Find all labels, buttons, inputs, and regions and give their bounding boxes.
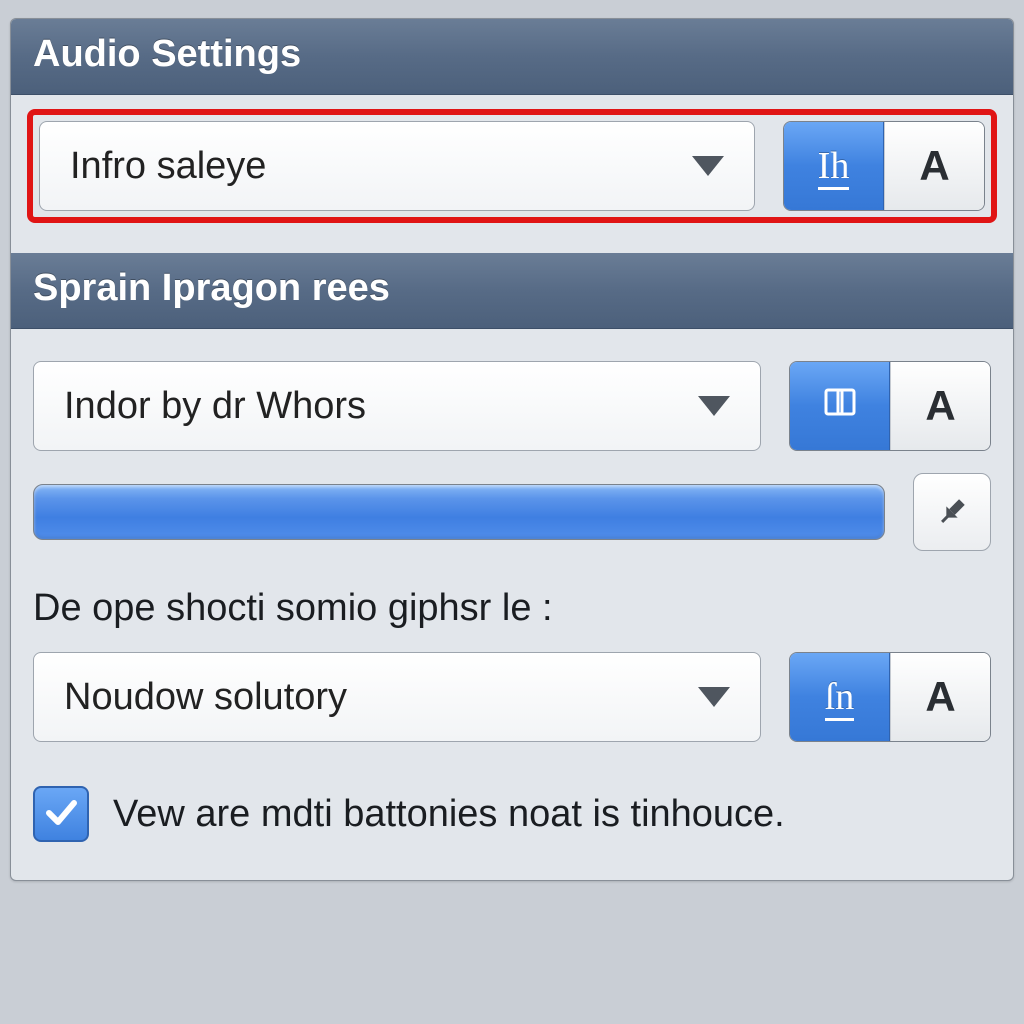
panel-icon (820, 382, 860, 431)
audio-mode-option-2[interactable]: A (884, 122, 984, 210)
input-mode-segmented: A (789, 361, 991, 451)
audio-mode-option-1[interactable]: Ih (784, 122, 884, 210)
segmented-label-a: A (925, 673, 955, 721)
output-device-dropdown[interactable]: Noudow solutory (33, 652, 761, 742)
input-device-row: Indor by dr Whors A (33, 361, 991, 451)
pin-icon (934, 494, 970, 530)
output-mode-segmented: ſn A (789, 652, 991, 742)
audio-device-dropdown[interactable]: Infro saleye (39, 121, 755, 211)
output-mode-option-1[interactable]: ſn (790, 653, 890, 741)
input-device-selected: Indor by dr Whors (64, 385, 366, 428)
bottom-checkbox-row: Vew are mdti battonies noat is tinhouce. (33, 786, 991, 842)
chevron-down-icon (698, 687, 730, 707)
volume-row (33, 473, 991, 551)
segmented-label-a: A (919, 142, 949, 190)
output-label: De ope shocti somio giphsr le : (33, 587, 991, 630)
output-mode-option-2[interactable]: A (890, 653, 990, 741)
segmented-label-fn: ſn (825, 675, 855, 719)
audio-settings-title: Audio Settings (33, 33, 301, 75)
battonies-checkbox[interactable] (33, 786, 89, 842)
settings-panel: Audio Settings Infro saleye Ih A Sprain … (10, 18, 1014, 881)
input-mode-option-2[interactable]: A (890, 362, 990, 450)
chevron-down-icon (698, 396, 730, 416)
volume-slider[interactable] (33, 484, 885, 540)
audio-device-selected: Infro saleye (70, 145, 266, 188)
segmented-label-ih: Ih (818, 144, 850, 188)
sprain-body: Indor by dr Whors A (11, 329, 1013, 880)
sprain-title: Sprain Ipragon rees (33, 267, 390, 309)
input-mode-option-1[interactable] (790, 362, 890, 450)
chevron-down-icon (692, 156, 724, 176)
check-icon (41, 792, 81, 837)
input-device-dropdown[interactable]: Indor by dr Whors (33, 361, 761, 451)
segmented-label-a: A (925, 382, 955, 430)
audio-mode-segmented: Ih A (783, 121, 985, 211)
output-device-row: Noudow solutory ſn A (33, 652, 991, 742)
audio-device-row: Infro saleye Ih A (27, 109, 997, 223)
audio-settings-body: Infro saleye Ih A (11, 95, 1013, 253)
pin-button[interactable] (913, 473, 991, 551)
output-device-selected: Noudow solutory (64, 676, 347, 719)
audio-settings-header: Audio Settings (11, 19, 1013, 95)
sprain-header: Sprain Ipragon rees (11, 253, 1013, 329)
battonies-checkbox-label: Vew are mdti battonies noat is tinhouce. (113, 793, 785, 836)
